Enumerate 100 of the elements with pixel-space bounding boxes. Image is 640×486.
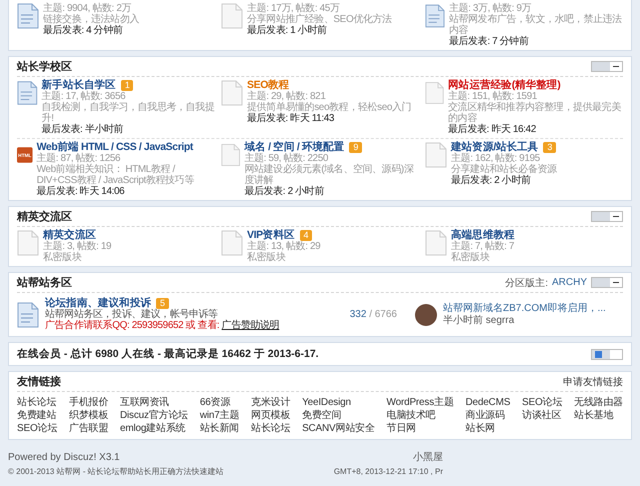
forum-stats: 主题: 9904, 帖数: 2万 (43, 3, 132, 14)
forum-stats: 主题: 7, 帖数: 7 (451, 241, 515, 252)
forum-description: 分享建站和站长必备资源 (451, 164, 557, 175)
new-count-badge: 1 (120, 80, 134, 91)
forum-stats: 主题: 59, 帖数: 2250 (244, 153, 328, 164)
friend-link[interactable]: 节日网 (386, 423, 454, 435)
friend-link[interactable]: 电脑技术吧 (386, 410, 454, 422)
forum-title-link[interactable]: VIP资料区 (247, 230, 295, 241)
friend-link[interactable]: 免费建站 (17, 410, 58, 422)
new-posts-document-icon (425, 3, 445, 29)
document-icon (425, 142, 447, 168)
last-post-time: 最后发表: 昨天 16:42 (448, 124, 537, 135)
friend-link[interactable]: 网页模板 (251, 410, 290, 422)
sponsor-info-link[interactable]: 广告赞助说明 (222, 320, 280, 331)
document-icon (221, 142, 240, 168)
forum-stats: 主题: 17, 帖数: 3656 (42, 91, 126, 102)
forum-stats: 主题: 3万, 帖数: 9万 (448, 3, 532, 14)
forum-description: 站帮网发布广告，软文，水吧，禁止违法内容 (448, 14, 623, 36)
friend-link[interactable]: WordPress主题 (386, 397, 454, 409)
blackroom-link[interactable]: 小黑屋 (413, 451, 443, 465)
new-posts-document-icon (17, 80, 38, 106)
new-count-badge: 5 (156, 298, 169, 309)
friend-link[interactable]: 织梦模板 (68, 410, 108, 422)
apply-link[interactable]: 申请友情链接 (563, 374, 623, 388)
expand-icon[interactable] (591, 348, 623, 360)
friend-link[interactable]: 访谈社区 (522, 410, 562, 422)
friend-link[interactable]: 克米设计 (251, 397, 290, 409)
forum-title-link[interactable]: Web前端 HTML / CSS / JavaScript (36, 142, 194, 153)
copyright-text: © 2001-2013 站帮网 - 站长论坛帮助站长用正确方法快速建站 (8, 466, 224, 478)
collapse-icon[interactable] (591, 61, 623, 72)
friend-link[interactable]: 无线路由器 (574, 397, 623, 409)
friend-link[interactable]: win7主题 (200, 410, 240, 422)
friend-link[interactable]: SEO论坛 (522, 397, 562, 409)
forum-description: 交流区精华和推荐内容整理，提供最完美的内容 (448, 102, 622, 124)
last-post-time: 最后发表: 半小时前 (42, 124, 124, 135)
friend-link[interactable]: SCANV网站安全 (302, 423, 375, 435)
last-post-link[interactable]: 站帮网新域名ZB7.COM即将启用，... (443, 302, 623, 314)
forum-title-link[interactable]: 论坛指南、建议和投诉 (45, 298, 152, 309)
friend-link[interactable]: 商业源码 (465, 410, 510, 422)
forum-title-link[interactable]: 高端思维教程 (451, 230, 515, 241)
friend-link[interactable]: 广告联盟 (68, 423, 108, 435)
forum-stats: 主题: 151, 帖数: 1591 (448, 91, 537, 102)
forum-description: 私密版块 (451, 252, 491, 263)
last-post-time: 最后发表: 1 小时前 (247, 25, 328, 36)
last-post-time: 最后发表: 4 分钟前 (43, 25, 124, 36)
forum-title-link[interactable]: 精英交流区 (43, 230, 96, 241)
forum-title-link[interactable]: 新手站长自学区 (42, 80, 116, 91)
friend-link[interactable]: 站长新闻 (200, 423, 240, 435)
moderator-label: 分区版主: (505, 276, 548, 290)
forum-stats: 主题: 87, 帖数: 1256 (36, 153, 122, 164)
friend-link[interactable]: 免费空间 (302, 410, 375, 422)
friend-link[interactable]: 站长论坛 (251, 423, 290, 435)
collapse-icon[interactable] (591, 211, 623, 222)
forum-stats: 主题: 3, 帖数: 19 (43, 241, 112, 252)
friend-link[interactable]: YeeIDesign (302, 397, 375, 409)
forum-title-link[interactable]: 域名 / 空间 / 环境配置 (244, 142, 344, 153)
last-post-time: 最后发表: 昨天 14:06 (36, 186, 126, 197)
forum-description: 分享网站推广经验、SEO优化方法 (247, 14, 392, 25)
document-icon (221, 230, 243, 256)
friend-link[interactable]: 站长网 (465, 423, 510, 435)
friend-link[interactable]: 互联网资讯 (120, 397, 188, 409)
last-post-time: 最后发表: 昨天 11:43 (247, 113, 336, 124)
forum-title-link[interactable]: 建站资源/站长工具 (451, 142, 538, 153)
forum-title-link[interactable]: 网站运营经验(精华整理) (448, 80, 560, 91)
new-count-badge: 3 (543, 142, 556, 153)
avatar[interactable] (415, 304, 437, 326)
section-title: 精英交流区 (17, 210, 72, 224)
friend-link[interactable]: 66资源 (200, 397, 240, 409)
friend-link[interactable]: 站长基地 (574, 410, 623, 422)
last-post-time: 最后发表: 2 小时前 (244, 186, 325, 197)
forum-stats: 主题: 29, 帖数: 821 (247, 91, 326, 102)
section-title: 站帮站务区 (17, 276, 72, 290)
collapse-icon[interactable] (591, 277, 623, 288)
document-icon (221, 80, 243, 106)
new-count-badge: 9 (349, 142, 362, 153)
moderator-link[interactable]: ARCHY (552, 277, 587, 288)
friend-link[interactable]: emlog建站系统 (120, 423, 188, 435)
thread-count: 332 (350, 309, 366, 320)
friend-link[interactable]: DedeCMS (465, 397, 510, 409)
forum-stats: 主题: 162, 帖数: 9195 (451, 153, 541, 164)
last-post-info: 半小时前 segrra (443, 314, 516, 326)
document-icon (425, 80, 444, 106)
document-icon (17, 230, 39, 256)
friend-link[interactable]: SEO论坛 (17, 423, 58, 435)
forum-description: 站帮网站务区，投诉、建议，帐号申诉等 (45, 309, 219, 320)
powered-by-text: Powered by Discuz! X3.1 (8, 451, 121, 465)
friend-link[interactable]: 手机报价 (68, 397, 108, 409)
post-count: / 6766 (369, 309, 397, 320)
forum-description: 私密版块 (247, 252, 287, 263)
section-title: 站长学校区 (17, 60, 72, 74)
last-post-time: 最后发表: 7 分钟前 (448, 36, 530, 47)
friend-link[interactable]: 站长论坛 (17, 397, 58, 409)
document-icon (221, 3, 243, 29)
forum-description: Web前端相关知识： HTML教程 / DIV+CSS教程 / JavaScript教程技巧等 (36, 164, 195, 186)
document-icon (425, 230, 447, 256)
friend-link[interactable]: Discuz官方论坛 (120, 410, 188, 422)
last-post-time: 最后发表: 2 小时前 (451, 175, 532, 186)
forum-description: 网站建设必须元素(域名、空间、源码)深度讲解 (244, 164, 414, 186)
server-time: GMT+8, 2013-12-21 17:10 , Pr (334, 466, 443, 478)
forum-description: 链接交换，违法站勿入 (43, 14, 140, 25)
